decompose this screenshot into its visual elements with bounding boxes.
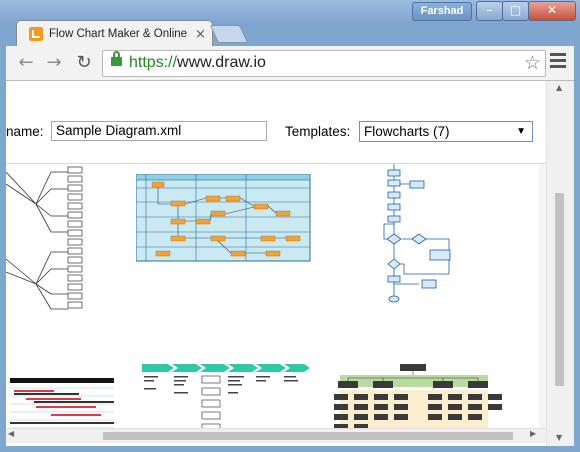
template-thumb-process-steps[interactable] (138, 362, 310, 432)
maximize-button[interactable]: □ (502, 1, 529, 21)
templates-select[interactable]: Flowcharts (7) ▼ (359, 121, 533, 142)
url-text[interactable]: https://www.draw.io (129, 53, 266, 73)
close-window-button[interactable]: ✕ (528, 1, 576, 21)
browser-window: Flow Chart Maker & Online Diagram Softwa… (0, 0, 580, 452)
scroll-right-icon[interactable]: ▶ (530, 429, 536, 438)
template-thumb-vertical-flowchart[interactable] (374, 164, 466, 309)
forward-arrow-icon[interactable]: → (42, 52, 66, 74)
filename-label: name: (6, 124, 44, 139)
filename-input[interactable]: Sample Diagram.xml (51, 121, 267, 141)
page-viewport: name: Sample Diagram.xml Templates: Flow… (6, 81, 574, 446)
horizontal-scrollbar[interactable]: ◀ ▶ (6, 428, 546, 443)
new-tab-button[interactable] (209, 25, 249, 43)
address-bar[interactable]: https://www.draw.io ☆ (102, 50, 546, 77)
menu-bar (550, 65, 566, 68)
chrome-menu-icon[interactable] (550, 53, 566, 71)
menu-bar (550, 59, 566, 62)
url-host: www.draw.io (177, 54, 266, 71)
scroll-down-icon[interactable]: ▼ (556, 433, 562, 442)
template-thumb-gantt-chart[interactable] (6, 376, 118, 432)
close-tab-icon[interactable]: × (195, 27, 206, 42)
drawio-icon (29, 27, 43, 41)
url-scheme: https:// (129, 54, 178, 71)
horizontal-scroll-thumb[interactable] (103, 432, 513, 440)
template-thumb-tree-diagram[interactable] (6, 164, 96, 314)
template-thumb-org-chart[interactable] (328, 362, 508, 432)
menu-bar (550, 53, 566, 56)
tab-title: Flow Chart Maker & Online Diagram Softwa… (49, 28, 191, 40)
bookmark-star-icon[interactable]: ☆ (524, 51, 541, 75)
vertical-scroll-thumb[interactable] (555, 193, 564, 386)
scroll-left-icon[interactable]: ◀ (8, 429, 14, 438)
new-diagram-dialog-header: name: Sample Diagram.xml Templates: Flow… (6, 81, 546, 163)
template-gallery (6, 164, 546, 432)
user-profile-button[interactable]: Farshad (412, 2, 472, 21)
browser-toolbar: ← → ↻ https://www.draw.io ☆ (6, 46, 574, 81)
browser-tab[interactable]: Flow Chart Maker & Online Diagram Softwa… (16, 20, 213, 47)
back-arrow-icon[interactable]: ← (14, 52, 38, 74)
gallery-scrollbar[interactable] (539, 164, 546, 434)
dropdown-arrow-icon: ▼ (516, 126, 526, 137)
templates-label: Templates: (285, 124, 351, 139)
templates-selected-value: Flowcharts (7) (364, 124, 450, 139)
lock-icon (111, 51, 122, 66)
minimize-button[interactable]: – (476, 1, 503, 21)
template-thumb-swimlane-flowchart[interactable] (136, 174, 311, 262)
reload-icon[interactable]: ↻ (72, 52, 96, 74)
scroll-up-icon[interactable]: ▲ (556, 83, 562, 92)
vertical-scrollbar[interactable]: ▲ ▼ (546, 81, 574, 446)
